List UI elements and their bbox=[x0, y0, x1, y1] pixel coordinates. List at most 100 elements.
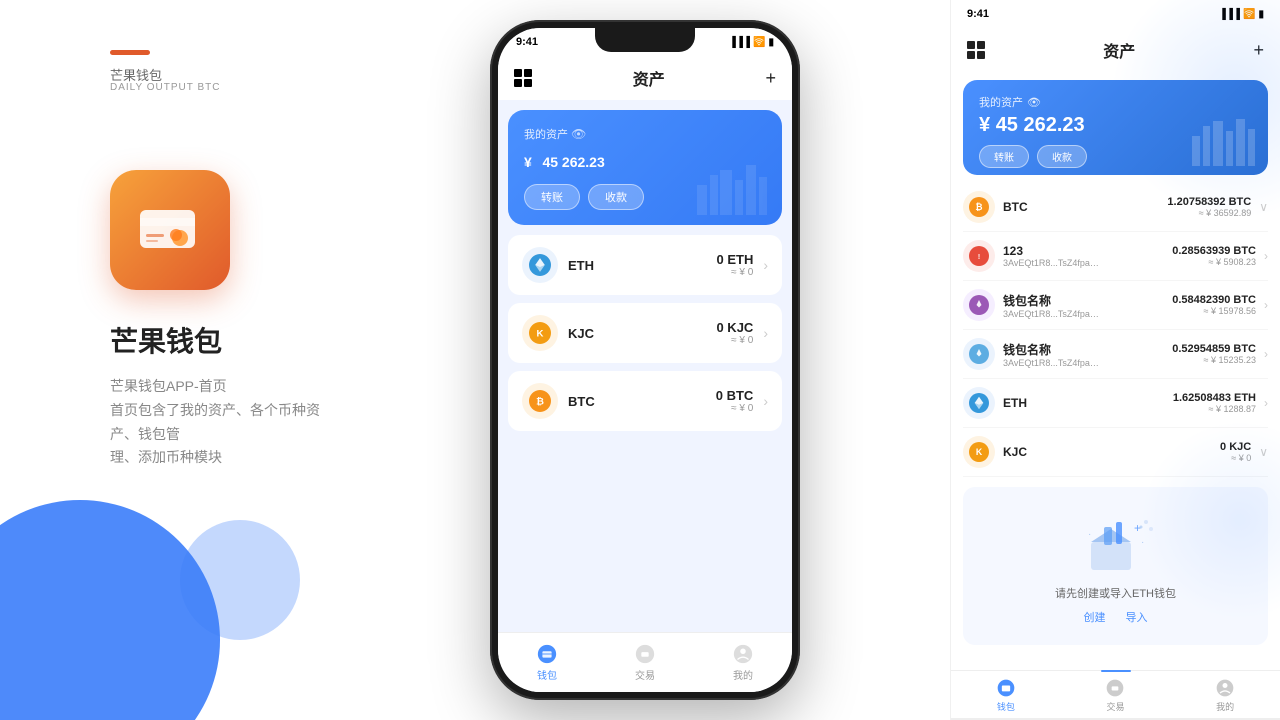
status-time: 9:41 bbox=[516, 36, 538, 48]
eth-amount: 0 ETH ≈ ¥ 0 bbox=[716, 252, 753, 278]
right-kjc-icon: K bbox=[963, 436, 995, 468]
blue-circle-large bbox=[0, 500, 220, 720]
battery-icon: ▮ bbox=[768, 37, 774, 48]
eth-import-link[interactable]: 导入 bbox=[1126, 609, 1148, 625]
right-coin-wallet1[interactable]: 钱包名称 3AvEQt1R8...TsZ4fpaRQ 0.58482390 BT… bbox=[963, 281, 1268, 330]
svg-text:₿: ₿ bbox=[975, 202, 982, 212]
phone-screen: 9:41 ▐▐▐ 🛜 ▮ 资产 + bbox=[498, 28, 792, 692]
right-eye-icon[interactable]: 👁 bbox=[1027, 96, 1041, 109]
app-title: 芒果钱包 bbox=[110, 320, 222, 360]
svg-text:!: ! bbox=[978, 254, 980, 261]
nav-profile[interactable]: 我的 bbox=[732, 643, 754, 682]
trade-nav-icon bbox=[634, 643, 656, 665]
right-coin-wallet2[interactable]: 钱包名称 3AvEQt1R8...TsZ4fpaRQ 0.52954859 BT… bbox=[963, 330, 1268, 379]
right-wallet1-amount: 0.58482390 BTC ≈ ¥ 15978.56 bbox=[1172, 294, 1256, 316]
wallet-nav-icon bbox=[536, 643, 558, 665]
right-wallet2-icon bbox=[963, 338, 995, 370]
coin-item-eth[interactable]: ETH 0 ETH ≈ ¥ 0 › bbox=[508, 235, 782, 295]
right-transfer-button[interactable]: 转账 bbox=[979, 145, 1029, 168]
wifi-icon: 🛜 bbox=[753, 37, 765, 48]
brand-subtitle: DAILY OUTPUT BTC bbox=[110, 82, 220, 93]
phone-bottom-nav: 钱包 交易 我的 bbox=[498, 632, 792, 692]
right-wallet2-info: 钱包名称 3AvEQt1R8...TsZ4fpaRQ bbox=[1003, 341, 1164, 368]
right-btc-info: BTC bbox=[1003, 200, 1159, 214]
right-wallet1-arrow: › bbox=[1264, 298, 1268, 312]
btc-icon: ₿ bbox=[522, 383, 558, 419]
btc-amount: 0 BTC ≈ ¥ 0 bbox=[716, 388, 754, 414]
right-bottom-nav: 钱包 交易 我的 bbox=[951, 670, 1280, 720]
btc-info: BTC bbox=[568, 394, 706, 409]
right-nav-trade[interactable]: 交易 bbox=[1105, 678, 1125, 713]
right-nav-wallet[interactable]: 钱包 bbox=[996, 678, 1016, 713]
kjc-icon: K bbox=[522, 315, 558, 351]
right-123-amount: 0.28563939 BTC ≈ ¥ 5908.23 bbox=[1172, 245, 1256, 267]
svg-text:·: · bbox=[1088, 529, 1091, 540]
status-icons: ▐▐▐ 🛜 ▮ bbox=[729, 37, 774, 48]
eth-prompt-text: 请先创建或导入ETH钱包 bbox=[1055, 585, 1176, 601]
eth-info: ETH bbox=[568, 258, 706, 273]
right-receive-button[interactable]: 收款 bbox=[1037, 145, 1087, 168]
svg-text:K: K bbox=[976, 447, 983, 457]
app-icon-svg bbox=[130, 190, 210, 270]
right-123-info: 123 3AvEQt1R8...TsZ4fpaRQ bbox=[1003, 244, 1164, 268]
right-city-deco bbox=[1190, 111, 1260, 171]
add-asset-button[interactable]: + bbox=[765, 68, 776, 89]
right-wallet2-amount: 0.52954859 BTC ≈ ¥ 15235.23 bbox=[1172, 343, 1256, 365]
right-eth-arrow: › bbox=[1264, 396, 1268, 410]
signal-icon: ▐▐▐ bbox=[729, 37, 750, 48]
receive-button[interactable]: 收款 bbox=[588, 184, 644, 210]
phone-header-title: 资产 bbox=[633, 66, 665, 90]
right-eth-amount: 1.62508483 ETH ≈ ¥ 1288.87 bbox=[1173, 392, 1256, 414]
blue-circle-small bbox=[180, 520, 300, 640]
right-status-time: 9:41 bbox=[967, 8, 989, 20]
right-btc-icon: ₿ bbox=[963, 191, 995, 223]
left-section: 芒果钱包 DAILY OUTPUT BTC 芒果钱包 芒果钱包APP-首页 首页… bbox=[0, 0, 500, 720]
right-eth-info: ETH bbox=[1003, 396, 1165, 410]
kjc-name: KJC bbox=[568, 326, 706, 341]
eth-create-link[interactable]: 创建 bbox=[1084, 609, 1106, 625]
right-nav-wallet-label: 钱包 bbox=[997, 700, 1015, 713]
right-nav-profile[interactable]: 我的 bbox=[1215, 678, 1235, 713]
phone-notch bbox=[595, 28, 695, 52]
phone-content: 我的资产 👁 ¥ 45 262.23 转账 收款 bbox=[498, 100, 792, 632]
right-grid-icon[interactable] bbox=[967, 41, 985, 59]
grid-icon[interactable] bbox=[514, 69, 532, 87]
btc-arrow: › bbox=[763, 393, 768, 409]
eth-icon bbox=[522, 247, 558, 283]
city-decoration bbox=[692, 155, 772, 220]
accent-bar bbox=[110, 50, 150, 55]
right-123-icon: ! bbox=[963, 240, 995, 272]
app-description: 芒果钱包APP-首页 首页包含了我的资产、各个币种资产、钱包管 理、添加币种模块 bbox=[110, 375, 330, 470]
kjc-info: KJC bbox=[568, 326, 706, 341]
right-wallet-nav-icon bbox=[996, 678, 1016, 698]
right-eth-icon bbox=[963, 387, 995, 419]
right-coin-123[interactable]: ! 123 3AvEQt1R8...TsZ4fpaRQ 0.28563939 B… bbox=[963, 232, 1268, 281]
nav-wallet[interactable]: 钱包 bbox=[536, 643, 558, 682]
asset-card-label: 我的资产 👁 bbox=[524, 126, 766, 142]
asset-card: 我的资产 👁 ¥ 45 262.23 转账 收款 bbox=[508, 110, 782, 225]
coin-item-kjc[interactable]: K KJC 0 KJC ≈ ¥ 0 › bbox=[508, 303, 782, 363]
right-123-arrow: › bbox=[1264, 249, 1268, 263]
right-wallet1-icon bbox=[963, 289, 995, 321]
right-nav-active-bar bbox=[1101, 670, 1131, 672]
profile-nav-icon bbox=[732, 643, 754, 665]
right-wallet2-arrow: › bbox=[1264, 347, 1268, 361]
eye-icon[interactable]: 👁 bbox=[571, 127, 586, 141]
right-panel: 9:41 ▐▐▐ 🛜 ▮ 资产 + 我的资产 👁 ¥ 45 262.23 转账 … bbox=[950, 0, 1280, 720]
right-asset-label: 我的资产 👁 bbox=[979, 94, 1252, 110]
eth-arrow: › bbox=[763, 257, 768, 273]
nav-trade[interactable]: 交易 bbox=[634, 643, 656, 682]
right-trade-nav-icon bbox=[1105, 678, 1125, 698]
nav-wallet-label: 钱包 bbox=[537, 667, 557, 682]
coin-item-btc[interactable]: ₿ BTC 0 BTC ≈ ¥ 0 › bbox=[508, 371, 782, 431]
btc-name: BTC bbox=[568, 394, 706, 409]
eth-prompt-links: 创建 导入 bbox=[1084, 609, 1148, 625]
phone-frame: 9:41 ▐▐▐ 🛜 ▮ 资产 + bbox=[490, 20, 800, 700]
kjc-arrow: › bbox=[763, 325, 768, 341]
transfer-button[interactable]: 转账 bbox=[524, 184, 580, 210]
right-wallet1-info: 钱包名称 3AvEQt1R8...TsZ4fpaRQ bbox=[1003, 292, 1164, 319]
right-asset-card: 我的资产 👁 ¥ 45 262.23 转账 收款 bbox=[963, 80, 1268, 175]
nav-profile-label: 我的 bbox=[733, 667, 753, 682]
right-nav-profile-label: 我的 bbox=[1216, 700, 1234, 713]
eth-name: ETH bbox=[568, 258, 706, 273]
